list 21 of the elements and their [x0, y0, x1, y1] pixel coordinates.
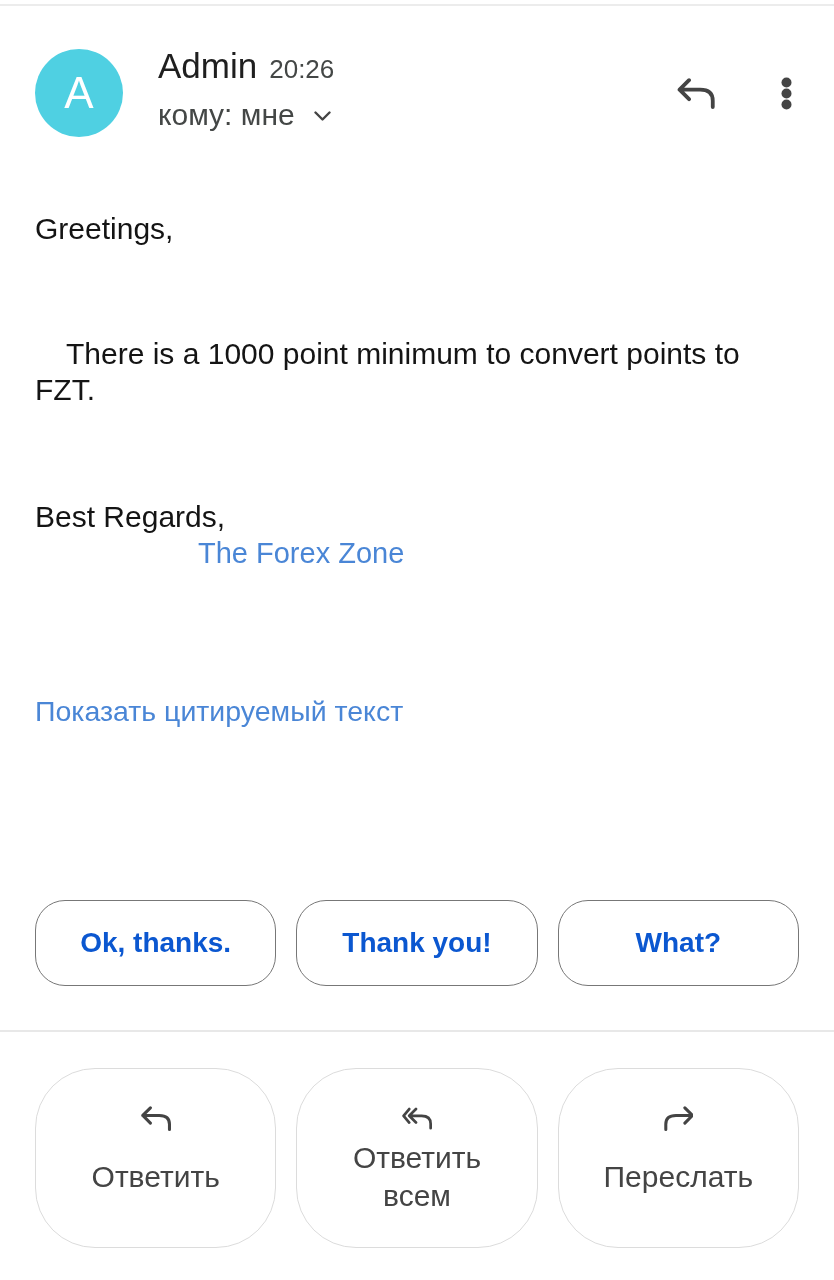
double-reply-arrow-icon	[402, 1106, 432, 1131]
forward-arrow-icon	[663, 1106, 694, 1131]
message-paragraph: There is a 1000 point minimum to convert points to FZT.	[35, 336, 741, 408]
greeting-text: Greetings,	[35, 211, 175, 247]
suggested-reply-button[interactable]: What?	[557, 900, 799, 986]
reply-all-button[interactable]: Ответить всем	[296, 1068, 538, 1248]
reply-button[interactable]: Ответить	[35, 1068, 277, 1248]
reply-arrow-icon	[140, 1106, 171, 1131]
signature-link[interactable]: The Forex Zone	[198, 537, 405, 569]
recipient-text: кому: мне	[158, 97, 295, 133]
show-quoted-text-link[interactable]: Показать цитируемый текст	[35, 695, 404, 727]
forward-button[interactable]: Переслать	[557, 1068, 799, 1248]
chevron-down-icon[interactable]	[313, 110, 331, 122]
closing-text: Best Regards,	[35, 499, 227, 535]
message-time: 20:26	[269, 54, 335, 85]
suggested-reply-button[interactable]: Thank you!	[296, 900, 538, 986]
sender-name: Admin	[158, 45, 258, 87]
more-options-icon[interactable]	[781, 77, 792, 110]
reply-icon[interactable]	[677, 78, 715, 109]
avatar: A	[35, 49, 123, 137]
suggested-reply-button[interactable]: Ok, thanks.	[35, 900, 277, 986]
